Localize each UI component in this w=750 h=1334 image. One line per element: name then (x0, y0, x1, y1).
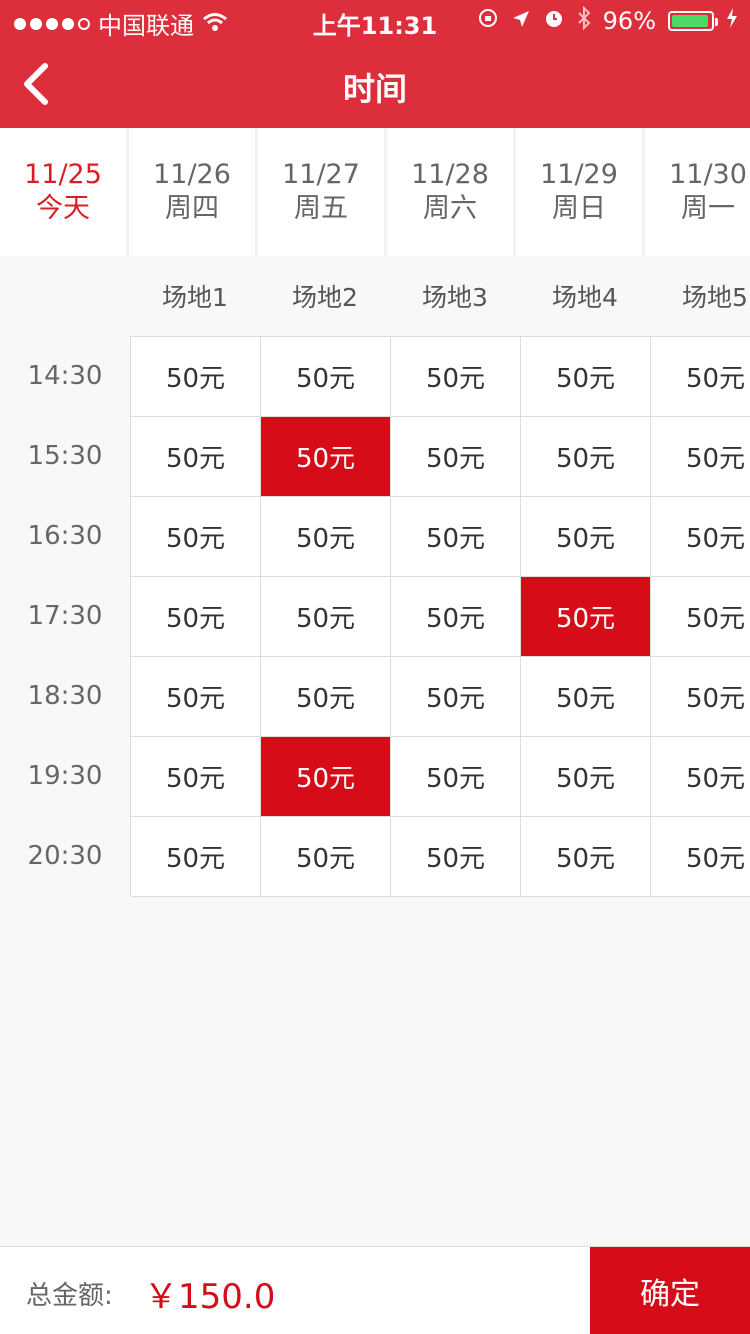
page-title: 时间 (342, 70, 407, 108)
bluetooth-icon (577, 5, 591, 36)
date-tab-weekday: 周五 (294, 193, 348, 224)
venue-header: 场地5 (682, 283, 748, 312)
price-cell[interactable]: 50元 (391, 497, 521, 577)
date-tab-date: 11/29 (540, 159, 618, 190)
price-cell[interactable]: 50元 (391, 737, 521, 817)
price-cell[interactable]: 50元 (651, 737, 750, 817)
date-tab[interactable]: 11/27 周五 (258, 128, 384, 256)
time-slot-label: 16:30 (27, 521, 103, 551)
date-tab[interactable]: 11/26 周四 (129, 128, 255, 256)
price-cell[interactable]: 50元 (521, 497, 651, 577)
price-cell[interactable]: 50元 (261, 817, 391, 897)
date-tab[interactable]: 11/29 周日 (516, 128, 642, 256)
time-slot-label: 17:30 (27, 601, 103, 631)
price-cell[interactable]: 50元 (131, 737, 261, 817)
total-amount: ￥150.0 (144, 1277, 276, 1317)
time-slot-label: 18:30 (27, 681, 103, 711)
price-cell[interactable]: 50元 (131, 497, 261, 577)
time-slot-label: 20:30 (27, 841, 103, 871)
price-cell[interactable]: 50元 (131, 817, 261, 897)
battery-percent: 96% (602, 7, 656, 35)
price-cell[interactable]: 50元 (651, 817, 750, 897)
price-cell[interactable]: 50元 (391, 577, 521, 657)
time-slot-label: 19:30 (27, 761, 103, 791)
date-tab-weekday: 今天 (36, 193, 90, 224)
date-tab[interactable]: 11/25 今天 (0, 128, 126, 256)
charging-bolt-icon (726, 7, 738, 35)
price-cell[interactable]: 50元 (131, 657, 261, 737)
date-tab-date: 11/27 (282, 159, 360, 190)
price-cell[interactable]: 50元 (261, 737, 391, 817)
header: 中国联通 上午11:31 96% 时间 (0, 0, 750, 128)
price-cell[interactable]: 50元 (521, 737, 651, 817)
price-cell[interactable]: 50元 (651, 657, 750, 737)
time-slot-label: 15:30 (27, 441, 103, 471)
price-cell[interactable]: 50元 (131, 417, 261, 497)
price-cell[interactable]: 50元 (521, 657, 651, 737)
price-cell[interactable]: 50元 (521, 577, 651, 657)
alarm-icon (543, 7, 565, 35)
date-tab-date: 11/30 (669, 159, 747, 190)
price-cell[interactable]: 50元 (261, 577, 391, 657)
location-arrow-icon (511, 7, 531, 35)
price-cell[interactable]: 50元 (261, 417, 391, 497)
status-bar: 中国联通 上午11:31 96% (0, 0, 750, 40)
date-tab-date: 11/25 (24, 159, 102, 190)
date-tab[interactable]: 11/28 周六 (387, 128, 513, 256)
price-cell[interactable]: 50元 (131, 577, 261, 657)
date-tab-weekday: 周六 (423, 193, 477, 224)
time-slot-label: 14:30 (27, 361, 103, 391)
status-right: 96% (477, 5, 738, 36)
date-tab-weekday: 周一 (681, 193, 735, 224)
price-cell[interactable]: 50元 (651, 417, 750, 497)
booking-grid: 场地1 场地2 场地3 场地4 场地5 14:30 50元 50元 50元 50元 50元 15:30… (0, 256, 750, 897)
price-cell[interactable]: 50元 (261, 657, 391, 737)
venue-header: 场地2 (292, 283, 358, 312)
date-selector: 11/25 今天 11/26 周四 11/27 周五 11/28 周六 11/29 周日 11/30… (0, 128, 750, 256)
nav-bar: 时间 (0, 40, 750, 128)
price-cell[interactable]: 50元 (391, 417, 521, 497)
price-cell[interactable]: 50元 (391, 337, 521, 417)
price-cell[interactable]: 50元 (521, 417, 651, 497)
price-cell[interactable]: 50元 (261, 497, 391, 577)
venue-header: 场地4 (552, 283, 618, 312)
battery-icon (668, 11, 718, 31)
price-cell[interactable]: 50元 (651, 337, 750, 417)
confirm-button[interactable]: 确定 (590, 1247, 750, 1334)
price-cell[interactable]: 50元 (521, 817, 651, 897)
price-cell[interactable]: 50元 (261, 337, 391, 417)
total-label: 总金额: (26, 1281, 113, 1311)
date-tab-date: 11/28 (411, 159, 489, 190)
date-tab-date: 11/26 (153, 159, 231, 190)
orientation-lock-icon (477, 7, 499, 35)
price-cell[interactable]: 50元 (651, 497, 750, 577)
price-cell[interactable]: 50元 (131, 337, 261, 417)
venue-header: 场地3 (422, 283, 488, 312)
price-cell[interactable]: 50元 (391, 657, 521, 737)
venue-header: 场地1 (162, 283, 228, 312)
footer-bar: 总金额: ￥150.0 确定 (0, 1246, 750, 1334)
price-cell[interactable]: 50元 (521, 337, 651, 417)
date-tab[interactable]: 11/30 周一 (645, 128, 750, 256)
date-tab-weekday: 周日 (552, 193, 606, 224)
price-cell[interactable]: 50元 (391, 817, 521, 897)
price-cell[interactable]: 50元 (651, 577, 750, 657)
date-tab-weekday: 周四 (165, 193, 219, 224)
